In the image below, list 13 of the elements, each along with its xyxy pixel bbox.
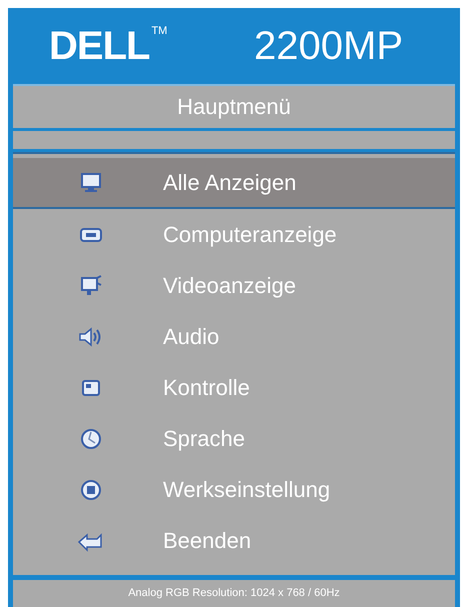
menu-item[interactable]: Alle Anzeigen — [13, 158, 455, 210]
model-name: 2200MP — [254, 26, 403, 66]
resolution-text: Analog RGB Resolution: 1024 x 768 / 60Hz — [128, 586, 340, 601]
menu-title: Hauptmenü — [177, 93, 291, 122]
trademark-mark: TM — [151, 26, 168, 37]
menu-item[interactable]: Audio — [13, 311, 455, 362]
brand-logo: DELL — [49, 26, 150, 66]
menu-item[interactable]: Beenden — [13, 515, 455, 566]
menu-item[interactable]: Computeranzeige — [13, 209, 455, 260]
menu-item[interactable]: Werkseinstellung — [13, 464, 455, 516]
menu-item[interactable]: Sprache — [13, 413, 455, 464]
menu-item[interactable]: Videoanzeige — [13, 260, 455, 312]
menu-item[interactable]: Kontrolle — [13, 362, 455, 414]
